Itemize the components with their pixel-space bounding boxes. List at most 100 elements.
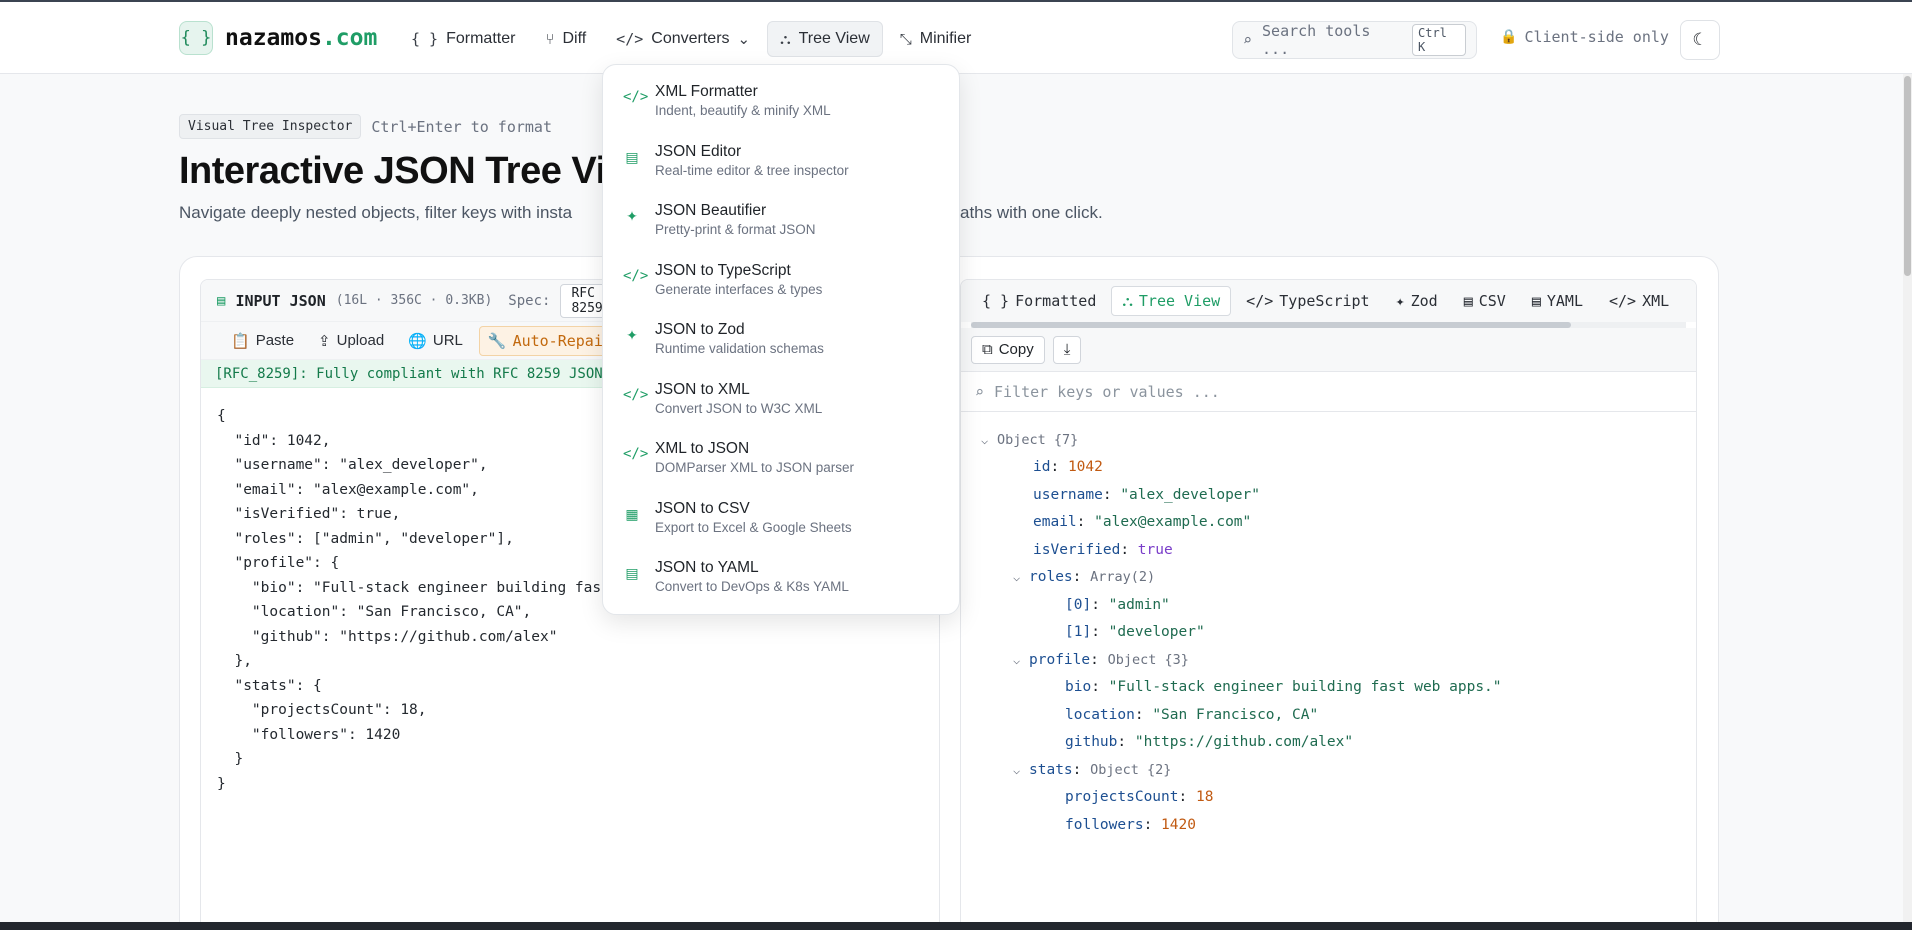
output-actions: ⧉ Copy ⤓ (961, 328, 1696, 372)
node-value: 1042 (1067, 459, 1103, 476)
menu-item-json-beautifier[interactable]: ✦ JSON Beautifier Pretty-print & format JS… (611, 192, 951, 252)
filter-input[interactable]: ⌕ Filter keys or values ... (961, 372, 1696, 412)
menu-item-json-to-xml[interactable]: </> JSON to XML Convert JSON to W3C XML (611, 371, 951, 431)
tree-node-id[interactable]: id: 1042 (981, 454, 1676, 482)
tab-xml[interactable]: </> XML (1598, 286, 1680, 316)
download-button[interactable]: ⤓ (1052, 335, 1082, 364)
menu-item-xml-formatter[interactable]: </> XML Formatter Indent, beautify & minif… (611, 73, 951, 133)
tree-node-roles[interactable]: ⌵ roles: Array(2) (981, 564, 1676, 592)
chevron-down-icon: ⌵ (1013, 762, 1021, 777)
download-icon: ⤓ (1063, 341, 1071, 358)
menu-item-json-to-yaml[interactable]: ▤ JSON to YAML Convert to DevOps & K8s YAM… (611, 549, 951, 609)
menu-item-subtitle: Export to Excel & Google Sheets (655, 519, 852, 535)
url-button[interactable]: 🌐 URL (400, 326, 471, 356)
menu-item-json-to-csv[interactable]: ▦ JSON to CSV Export to Excel & Google She… (611, 490, 951, 550)
tree-node-stats[interactable]: ⌵ stats: Object {2} (981, 756, 1676, 784)
menu-item-subtitle: Indent, beautify & minify XML (655, 103, 831, 118)
nav-label: Diff (562, 30, 587, 47)
menu-item-title: JSON to YAML (655, 559, 759, 576)
tree-node-profile[interactable]: ⌵ profile: Object {3} (981, 646, 1676, 674)
nav-formatter[interactable]: { } Formatter (398, 21, 528, 57)
theme-toggle-button[interactable]: ☾ (1680, 20, 1720, 60)
globe-icon: 🌐 (408, 332, 427, 350)
upload-icon: ⇪ (318, 332, 331, 350)
tab-tree-view[interactable]: ⛬ Tree View (1111, 286, 1232, 316)
copy-button[interactable]: ⧉ Copy (971, 335, 1045, 364)
nav-converters[interactable]: </> Converters ⌄ (603, 21, 763, 57)
braces-icon: { } (411, 30, 439, 48)
main-nav: { } Formatter ⑂ Diff </> Converters ⌄ ⛬ Tree … (398, 21, 984, 57)
node-value: "admin" (1108, 596, 1170, 613)
tree-node-github[interactable]: github: "https://github.com/alex" (981, 729, 1676, 757)
tree-node-email[interactable]: email: "alex@example.com" (981, 509, 1676, 537)
auto-repair-button[interactable]: 🔧 Auto-Repair (478, 325, 621, 356)
site-logo[interactable]: { } nazamos.com (179, 21, 377, 55)
json-tree: ⌵ Object {7} id: 1042 username: "alex_dev… (961, 412, 1696, 853)
paste-button[interactable]: 📋 Paste (223, 326, 302, 356)
menu-item-subtitle: Real-time editor & tree inspector (655, 162, 849, 178)
tree-node-location[interactable]: location: "San Francisco, CA" (981, 701, 1676, 729)
tree-icon: ⛬ (1122, 292, 1133, 310)
tree-node-root[interactable]: ⌵ Object {7} (981, 426, 1676, 454)
upload-button[interactable]: ⇪ Upload (310, 326, 392, 356)
tree-node-projectscount[interactable]: projectsCount: 18 (981, 784, 1676, 812)
chevron-down-icon: ⌵ (1013, 652, 1021, 667)
tab-label: YAML (1546, 292, 1583, 310)
nav-label: Converters (651, 30, 730, 47)
menu-item-json-editor[interactable]: ▤ JSON Editor Real-time editor & tree insp… (611, 133, 951, 193)
search-shortcut: Ctrl K (1412, 24, 1466, 56)
nav-tree-view[interactable]: ⛬ Tree View (767, 21, 883, 57)
input-label: INPUT JSON (235, 291, 326, 310)
tree-node-roles-0[interactable]: [0]: "admin" (981, 591, 1676, 619)
code-icon: </> (616, 30, 644, 48)
code-icon: </> (623, 446, 649, 462)
wrench-icon: 🔧 (487, 331, 507, 350)
sparkle-icon: ✦ (626, 327, 638, 343)
spec-label: Spec: (508, 292, 551, 309)
tab-label: TypeScript (1279, 292, 1370, 310)
tab-label: Formatted (1015, 292, 1097, 310)
node-value: "San Francisco, CA" (1152, 706, 1319, 723)
menu-item-json-to-typescript[interactable]: </> JSON to TypeScript Generate interfaces… (611, 252, 951, 312)
nav-diff[interactable]: ⑂ Diff (532, 21, 599, 57)
node-key: username (1033, 486, 1103, 503)
menu-item-title: XML Formatter (655, 83, 758, 100)
menu-item-json-to-zod[interactable]: ✦ JSON to Zod Runtime validation schemas (611, 311, 951, 371)
tree-node-isverified[interactable]: isVerified: true (981, 536, 1676, 564)
page-scrollbar-thumb[interactable] (1904, 76, 1911, 276)
node-value: "developer" (1108, 624, 1205, 641)
node-key: [1] (1065, 624, 1092, 641)
tab-typescript[interactable]: </> TypeScript (1235, 286, 1380, 316)
file-icon: ▤ (1463, 292, 1473, 310)
chevron-down-icon: ⌄ (737, 31, 751, 48)
tab-zod[interactable]: ✦ Zod (1385, 286, 1449, 316)
search-tools-input[interactable]: ⌕ Search tools ... Ctrl K (1232, 21, 1477, 59)
menu-item-title: JSON to Zod (655, 321, 745, 338)
code-icon: </> (623, 267, 649, 284)
node-key: projectsCount (1065, 789, 1179, 806)
input-stats: (16L · 356C · 0.3KB) (335, 293, 493, 308)
menu-item-title: JSON Editor (655, 142, 742, 160)
page-scrollbar[interactable] (1903, 74, 1912, 922)
tab-yaml[interactable]: ▤ YAML (1521, 286, 1594, 316)
converters-dropdown-menu: </> XML Formatter Indent, beautify & minif… (602, 64, 960, 615)
menu-item-title: JSON to CSV (655, 499, 750, 517)
tree-node-roles-1[interactable]: [1]: "developer" (981, 619, 1676, 647)
nav-minifier[interactable]: ⤡ Minifier (887, 21, 985, 57)
tree-node-bio[interactable]: bio: "Full-stack engineer building fast … (981, 674, 1676, 702)
tab-formatted[interactable]: { } Formatted (971, 286, 1107, 316)
code-icon: </> (1246, 292, 1274, 310)
sparkle-icon: ✦ (626, 208, 638, 224)
tree-node-username[interactable]: username: "alex_developer" (981, 481, 1676, 509)
tab-csv[interactable]: ▤ CSV (1453, 286, 1517, 316)
menu-item-subtitle: Convert to DevOps & K8s YAML (655, 579, 849, 594)
node-value: true (1137, 541, 1173, 558)
tab-label: Tree View (1138, 292, 1221, 310)
tree-node-followers[interactable]: followers: 1420 (981, 811, 1676, 839)
menu-item-xml-to-json[interactable]: </> XML to JSON DOMParser XML to JSON pars… (611, 430, 951, 490)
paste-label: Paste (255, 332, 295, 349)
upload-label: Upload (336, 332, 385, 349)
braces-icon: { } (982, 292, 1010, 310)
hero-badge-row: Visual Tree Inspector Ctrl+Enter to form… (179, 114, 552, 139)
file-icon: ▤ (625, 148, 639, 165)
